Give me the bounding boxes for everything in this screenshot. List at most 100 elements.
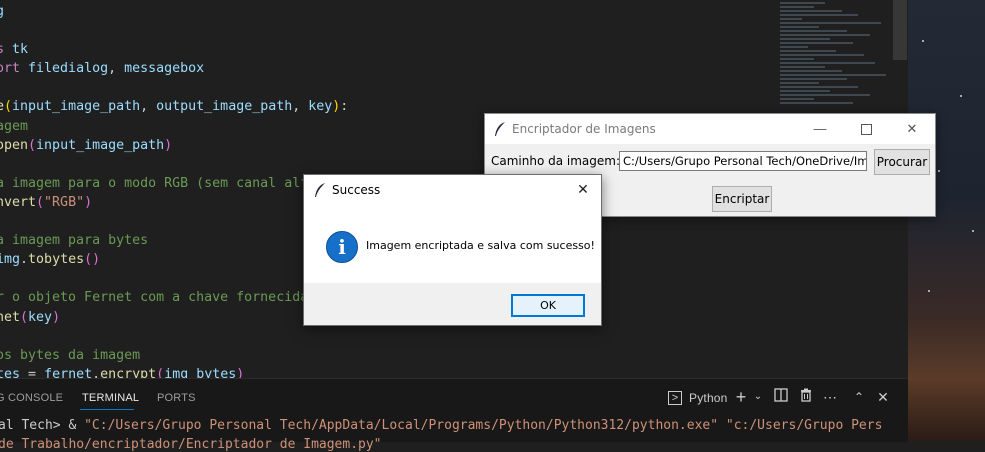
code-token: r o objeto Fernet com a chave fornecida	[0, 290, 309, 306]
active-tab-indicator	[80, 409, 134, 410]
code-line[interactable]: open(input_image_path)	[0, 136, 348, 155]
minimap-line	[780, 18, 803, 20]
minimize-button[interactable]: —	[797, 114, 843, 144]
minimap-line	[780, 30, 848, 32]
dialog-footer: OK	[304, 283, 601, 325]
code-line[interactable]: net(key)	[0, 308, 348, 327]
code-line[interactable]	[0, 212, 348, 231]
code-token: "RGB"	[44, 194, 85, 210]
minimap-line	[780, 86, 859, 88]
code-line[interactable]: tes = fernet.encrypt(img_bytes)	[0, 365, 348, 378]
code-line[interactable]: ort filedialog, messagebox	[0, 59, 348, 78]
code-token: tk	[12, 42, 29, 58]
feather-icon	[495, 122, 505, 136]
star	[922, 40, 924, 42]
close-button[interactable]: ✕	[889, 114, 935, 144]
code-token: output_image_path	[156, 99, 293, 115]
code-token: )	[52, 309, 61, 325]
code-token: encrypt	[100, 366, 157, 378]
image-path-input[interactable]: C:/Users/Grupo Personal Tech/OneDrive/Im…	[619, 151, 867, 171]
minimap-line	[780, 98, 814, 100]
minimap-line	[780, 82, 820, 84]
code-token: img	[0, 252, 21, 268]
star	[972, 230, 974, 232]
code-token: (	[28, 137, 37, 153]
maximize-button[interactable]	[843, 114, 889, 144]
code-line[interactable]	[0, 269, 348, 288]
code-line[interactable]: g	[0, 2, 348, 21]
code-token: img_bytes	[164, 366, 237, 378]
trash-icon[interactable]	[797, 388, 815, 406]
success-dialog: Success ✕ i Imagem encriptada e salva co…	[303, 174, 602, 326]
close-panel-icon[interactable]: ✕	[874, 388, 892, 406]
more-actions-icon[interactable]: ⋯	[821, 388, 839, 406]
code-line[interactable]	[0, 327, 348, 346]
code-token: a imagem para o modo RGB (sem canal alfa…	[0, 175, 325, 191]
code-line[interactable]	[0, 78, 348, 97]
editor-scrollbar[interactable]	[893, 0, 907, 60]
minimap-line	[780, 10, 842, 12]
tab-terminal[interactable]: TERMINAL	[82, 392, 139, 404]
dialog-message: Imagem encriptada e salva com sucesso!	[366, 239, 595, 252]
minimap[interactable]	[780, 0, 892, 110]
code-token: (	[36, 194, 45, 210]
window-title: Encriptador de Imagens	[512, 122, 656, 136]
star	[928, 290, 930, 292]
minimap-line	[780, 22, 881, 24]
split-terminal-icon[interactable]	[772, 388, 790, 406]
feather-icon	[315, 183, 325, 197]
code-token: filedialog	[28, 61, 109, 77]
code-token: os bytes da imagem	[0, 347, 141, 363]
minimap-line	[780, 94, 870, 96]
code-line[interactable]: e(input_image_path, output_image_path, k…	[0, 97, 348, 116]
code-text[interactable]: g s tk ort filedialog, messagebox e(input_i…	[0, 2, 348, 378]
maximize-panel-icon[interactable]: ⌃	[850, 388, 868, 406]
close-icon[interactable]: ✕	[565, 175, 601, 203]
code-token: input_image_path	[36, 137, 165, 153]
code-token: )	[236, 366, 245, 378]
code-token: (	[4, 99, 13, 115]
minimap-line	[780, 14, 859, 16]
code-token: nvert	[0, 194, 37, 210]
terminal-name[interactable]: Python	[689, 391, 728, 405]
code-token: )	[164, 137, 173, 153]
code-token: a imagem para bytes	[0, 233, 149, 249]
code-line[interactable]	[0, 21, 348, 40]
code-line[interactable]: r o objeto Fernet com a chave fornecida	[0, 288, 348, 307]
minimap-line	[780, 34, 870, 36]
minimap-line	[780, 62, 876, 64]
path-label: Caminho da imagem:	[491, 154, 621, 168]
code-line[interactable]: a imagem para o modo RGB (sem canal alfa…	[0, 174, 348, 193]
ok-button[interactable]: OK	[511, 294, 585, 317]
minimap-line	[780, 6, 814, 8]
desktop-wallpaper	[908, 0, 985, 441]
terminal-line[interactable]: al Tech> & "C:/Users/Grupo Personal Tech…	[0, 418, 882, 433]
terminal-line-2: de Trabalho/encriptador/Encriptador de I…	[0, 437, 382, 452]
code-line[interactable]: agem	[0, 117, 348, 136]
code-line[interactable]: img.tobytes()	[0, 250, 348, 269]
minimap-line	[780, 74, 887, 76]
chevron-down-icon[interactable]: ⌄	[749, 388, 767, 406]
code-line[interactable]: nvert("RGB")	[0, 193, 348, 212]
code-token: )	[84, 194, 93, 210]
window-titlebar[interactable]: Encriptador de Imagens — ✕	[485, 114, 935, 144]
code-line[interactable]: os bytes da imagem	[0, 346, 348, 365]
code-token: ort	[0, 61, 21, 77]
dialog-title: Success	[332, 183, 381, 197]
code-token: =	[20, 366, 45, 378]
minimap-line	[780, 38, 831, 40]
add-terminal-icon[interactable]: +	[732, 388, 750, 406]
code-token: g	[0, 4, 5, 19]
code-token: key	[28, 309, 53, 325]
code-token: .	[92, 366, 101, 378]
code-line[interactable]: a imagem para bytes	[0, 231, 348, 250]
minimap-line	[780, 78, 848, 80]
minimap-line	[780, 46, 808, 48]
code-line[interactable]	[0, 155, 348, 174]
encrypt-button[interactable]: Encriptar	[712, 186, 772, 212]
tab-debug-console[interactable]: G CONSOLE	[0, 392, 63, 404]
tab-ports[interactable]: PORTS	[157, 392, 196, 404]
code-line[interactable]: s tk	[0, 40, 348, 59]
browse-button[interactable]: Procurar	[874, 149, 930, 175]
terminal-command: "C:/Users/Grupo Personal Tech/AppData/Lo…	[84, 418, 883, 433]
